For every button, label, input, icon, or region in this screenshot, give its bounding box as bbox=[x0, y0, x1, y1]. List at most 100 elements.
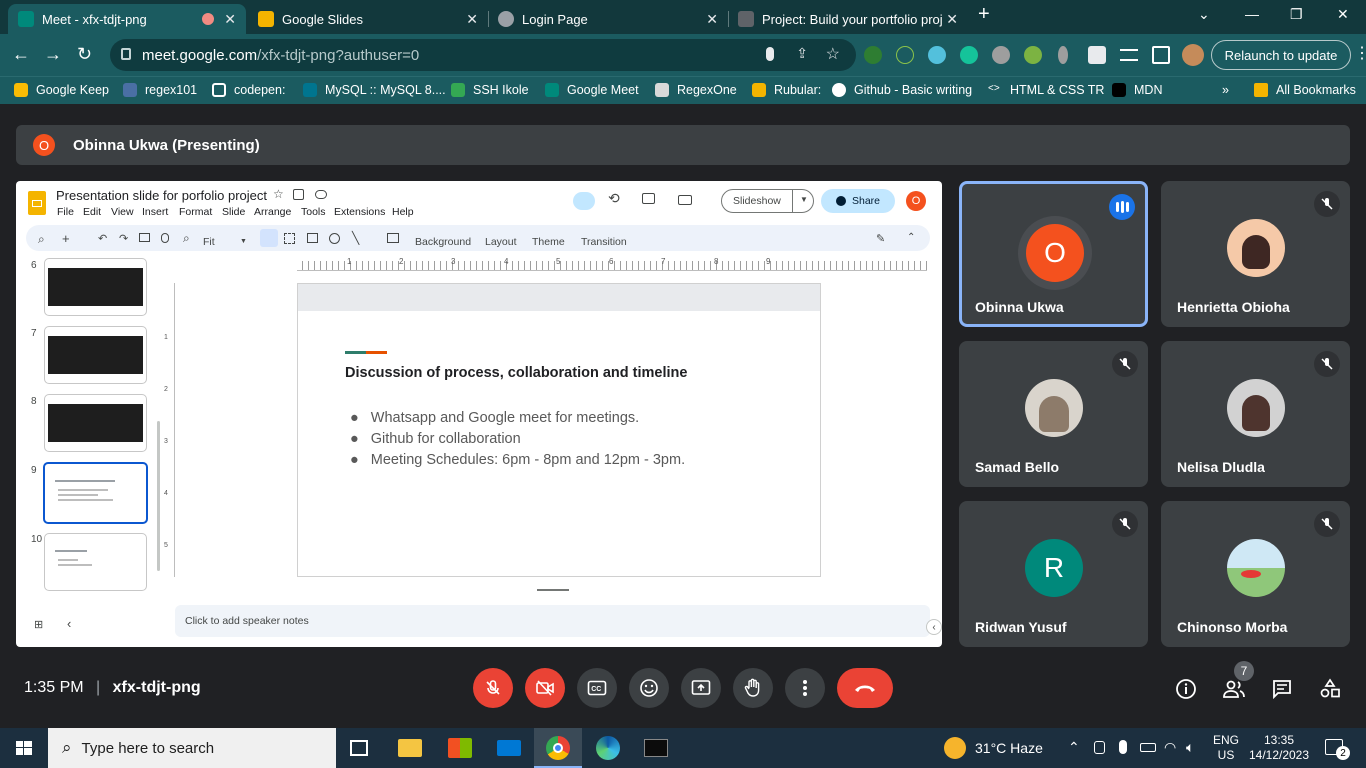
meet-call-icon[interactable] bbox=[678, 195, 692, 205]
mic-toggle-button[interactable] bbox=[473, 668, 513, 708]
close-window-icon[interactable]: ✕ bbox=[1337, 6, 1349, 23]
minimize-icon[interactable]: — bbox=[1245, 6, 1259, 22]
reload-icon[interactable]: ↻ bbox=[77, 44, 92, 64]
bookmark-rubular[interactable]: Rubular: bbox=[752, 83, 821, 97]
slide-thumbnail[interactable] bbox=[44, 394, 147, 452]
task-view-icon[interactable] bbox=[350, 740, 368, 756]
all-bookmarks[interactable]: All Bookmarks bbox=[1254, 83, 1356, 97]
microphone-icon[interactable] bbox=[766, 47, 774, 61]
bookmark-mysql[interactable]: MySQL :: MySQL 8.... bbox=[303, 83, 446, 97]
profile-avatar[interactable] bbox=[1182, 44, 1204, 66]
background-button[interactable]: Background bbox=[415, 236, 471, 248]
transition-button[interactable]: Transition bbox=[581, 236, 627, 248]
close-tab-icon[interactable]: ✕ bbox=[224, 11, 236, 28]
camera-toggle-button[interactable] bbox=[525, 668, 565, 708]
volume-icon[interactable]: 🔈︎ bbox=[1186, 739, 1194, 756]
notes-resize-handle[interactable] bbox=[537, 589, 569, 591]
slide-canvas[interactable]: Discussion of process, collaboration and… bbox=[297, 283, 821, 577]
extension-code-icon[interactable] bbox=[896, 46, 914, 64]
select-tool-icon[interactable] bbox=[260, 229, 278, 247]
captions-button[interactable]: CC bbox=[577, 668, 617, 708]
bookmark-github[interactable]: Github - Basic writing bbox=[832, 83, 972, 97]
participant-tile[interactable]: Nelisa Dludla bbox=[1161, 341, 1350, 487]
chrome-menu-icon[interactable]: ⋮ bbox=[1354, 44, 1366, 64]
line-tool-icon[interactable]: ╲ bbox=[352, 231, 359, 245]
tab-login-page[interactable]: Login Page ✕ bbox=[488, 4, 729, 34]
extension-frog-icon[interactable] bbox=[1024, 46, 1042, 64]
weather-icon[interactable] bbox=[944, 737, 966, 759]
menu-tools[interactable]: Tools bbox=[301, 206, 326, 218]
reactions-button[interactable] bbox=[629, 668, 669, 708]
menu-slide[interactable]: Slide bbox=[222, 206, 245, 218]
bookmark-regex101[interactable]: regex101 bbox=[123, 83, 197, 97]
menu-extensions[interactable]: Extensions bbox=[334, 206, 385, 218]
document-title[interactable]: Presentation slide for porfolio project bbox=[56, 188, 267, 203]
taskbar-search-box[interactable]: ⌕ Type here to search bbox=[48, 728, 336, 768]
zoom-icon[interactable]: ⌕ bbox=[183, 231, 190, 246]
maximize-icon[interactable]: ❐ bbox=[1290, 6, 1303, 23]
more-options-button[interactable] bbox=[785, 668, 825, 708]
collapse-filmstrip-icon[interactable]: ‹ bbox=[67, 616, 71, 631]
slide-thumbnail[interactable] bbox=[44, 326, 147, 384]
star-icon[interactable]: ☆ bbox=[273, 187, 284, 201]
mail-icon[interactable] bbox=[497, 740, 521, 756]
tab-meet[interactable]: Meet - xfx-tdjt-png ✕ bbox=[8, 4, 246, 34]
tray-overflow-icon[interactable]: ⌃ bbox=[1068, 739, 1080, 756]
file-explorer-icon[interactable] bbox=[398, 739, 422, 757]
comments-icon[interactable] bbox=[642, 193, 655, 204]
bookmark-mdn[interactable]: MDN bbox=[1112, 83, 1162, 97]
forward-icon[interactable]: → bbox=[44, 44, 62, 64]
extension-shield-icon[interactable] bbox=[992, 46, 1010, 64]
menu-view[interactable]: View bbox=[111, 206, 134, 218]
grammarly-icon[interactable] bbox=[960, 46, 978, 64]
move-folder-icon[interactable] bbox=[293, 189, 304, 200]
meeting-details-icon[interactable] bbox=[1174, 677, 1198, 701]
new-slide-icon[interactable]: + bbox=[62, 231, 70, 246]
paint-format-icon[interactable] bbox=[161, 233, 169, 243]
extensions-puzzle-icon[interactable] bbox=[1088, 46, 1106, 64]
taskbar-clock[interactable]: 13:35 14/12/2023 bbox=[1246, 733, 1312, 763]
share-button[interactable]: Share bbox=[821, 189, 895, 213]
redo-icon[interactable]: ↷ bbox=[119, 232, 128, 245]
chat-icon[interactable] bbox=[1270, 677, 1294, 701]
bookmark-regexone[interactable]: RegexOne bbox=[655, 83, 737, 97]
weather-text[interactable]: 31°C Haze bbox=[975, 740, 1043, 756]
zoom-dropdown-icon[interactable]: ▼ bbox=[240, 238, 247, 245]
shared-screen[interactable]: Presentation slide for porfolio project … bbox=[16, 181, 942, 647]
leave-call-button[interactable] bbox=[837, 668, 893, 708]
windows-start-icon[interactable] bbox=[16, 741, 32, 755]
tab-project[interactable]: Project: Build your portfolio proj ✕ bbox=[728, 4, 968, 34]
bookmark-codepen[interactable]: codepen: bbox=[212, 83, 285, 97]
slide-thumbnail[interactable] bbox=[44, 258, 147, 316]
react-devtools-icon[interactable] bbox=[928, 46, 946, 64]
bookmark-html-css[interactable]: <> HTML & CSS TR bbox=[988, 83, 1104, 97]
activities-icon[interactable] bbox=[1318, 677, 1342, 701]
close-tab-icon[interactable]: ✕ bbox=[946, 11, 958, 28]
raise-hand-button[interactable] bbox=[733, 668, 773, 708]
menu-help[interactable]: Help bbox=[392, 206, 414, 218]
version-history-icon[interactable]: ⟲ bbox=[608, 190, 620, 207]
grid-view-icon[interactable]: ⊞ bbox=[34, 618, 43, 631]
bookmark-google-meet[interactable]: Google Meet bbox=[545, 83, 639, 97]
filmstrip-scrollbar[interactable] bbox=[157, 421, 160, 571]
menu-file[interactable]: File bbox=[57, 206, 74, 218]
camera-in-use-icon[interactable] bbox=[1094, 741, 1105, 754]
microsoft-store-icon[interactable] bbox=[448, 738, 472, 758]
address-bar[interactable]: meet.google.com/xfx-tdjt-png?authuser=0 … bbox=[110, 39, 856, 71]
participant-tile[interactable]: Chinonso Morba bbox=[1161, 501, 1350, 647]
pen-tool-icon[interactable]: ✎ bbox=[876, 232, 885, 245]
crop-select-icon[interactable] bbox=[284, 233, 295, 244]
extension-pin-icon[interactable] bbox=[1058, 46, 1068, 64]
present-trends-icon[interactable] bbox=[573, 192, 595, 210]
input-language[interactable]: ENG US bbox=[1213, 733, 1239, 763]
slideshow-button[interactable]: Slideshow ▼ bbox=[721, 189, 814, 213]
close-tab-icon[interactable]: ✕ bbox=[466, 11, 478, 28]
menu-format[interactable]: Format bbox=[179, 206, 212, 218]
participant-tile[interactable]: Henrietta Obioha bbox=[1161, 181, 1350, 327]
media-controls-icon[interactable] bbox=[1120, 49, 1138, 61]
slideshow-dropdown-icon[interactable]: ▼ bbox=[800, 195, 808, 204]
bookmarks-overflow-icon[interactable]: » bbox=[1222, 83, 1229, 97]
present-now-button[interactable] bbox=[681, 668, 721, 708]
chrome-taskbar-button[interactable] bbox=[534, 728, 582, 768]
extension-tree-icon[interactable] bbox=[864, 46, 882, 64]
